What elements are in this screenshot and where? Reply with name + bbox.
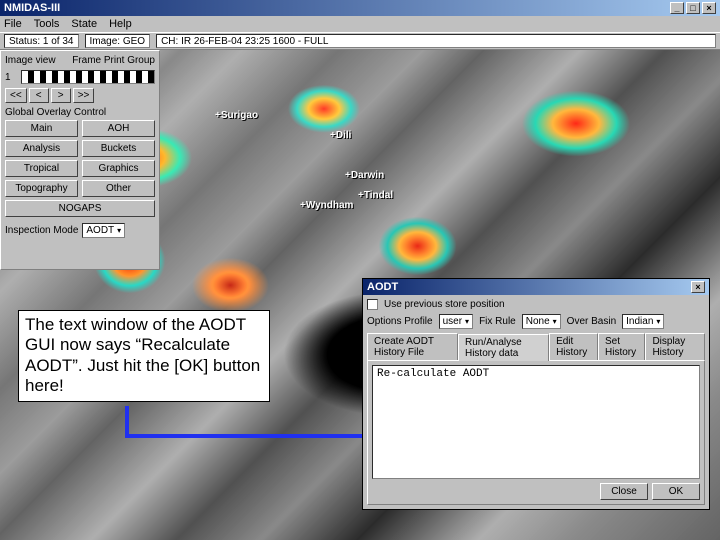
city-label-dili: +Dili <box>330 130 351 141</box>
info-toolbar: Status: 1 of 34 Image: GEO CH: IR 26-FEB… <box>0 32 720 50</box>
main-menubar: File Tools State Help <box>0 16 720 32</box>
overlay-heading: Global Overlay Control <box>5 107 155 118</box>
menu-tools[interactable]: Tools <box>34 18 60 30</box>
nav-last-button[interactable]: >> <box>73 88 95 103</box>
btn-graphics[interactable]: Graphics <box>82 160 155 177</box>
overbasin-label: Over Basin <box>567 316 616 327</box>
aodt-tab-content: Re-calculate AODT Close OK <box>367 360 705 505</box>
status-field: Status: 1 of 34 <box>4 34 79 48</box>
aodt-close-button[interactable]: Close <box>600 483 648 500</box>
btn-aoh[interactable]: AOH <box>82 120 155 137</box>
main-window: NMIDAS-III _ □ × File Tools State Help S… <box>0 0 720 540</box>
aodt-text-value: Re-calculate AODT <box>377 368 489 380</box>
inspection-label: Inspection Mode <box>5 225 78 236</box>
aodt-titlebar[interactable]: AODT × <box>363 279 709 295</box>
city-label-tindal: +Tindal <box>358 190 393 201</box>
aodt-tabs: Create AODT History File Run/Analyse His… <box>367 333 705 360</box>
fixrule-dropdown[interactable]: None <box>522 314 561 329</box>
city-label-wyndham: +Wyndham <box>300 200 353 211</box>
options-label: Options Profile <box>367 316 433 327</box>
nav-next-button[interactable]: > <box>51 88 71 103</box>
minimize-icon[interactable]: _ <box>670 2 684 14</box>
fixrule-label: Fix Rule <box>479 316 516 327</box>
btn-tropical[interactable]: Tropical <box>5 160 78 177</box>
city-label-darwin: +Darwin <box>345 170 384 181</box>
aodt-window: AODT × Use previous store position Optio… <box>362 278 710 510</box>
arrow-segment <box>125 406 129 436</box>
overbasin-dropdown[interactable]: Indian <box>622 314 664 329</box>
tab-create[interactable]: Create AODT History File <box>367 333 458 360</box>
btn-buckets[interactable]: Buckets <box>82 140 155 157</box>
btn-other[interactable]: Other <box>82 180 155 197</box>
btn-nogaps[interactable]: NOGAPS <box>5 200 155 217</box>
radio-imageview[interactable]: Image view <box>5 55 56 66</box>
channel-field: CH: IR 26-FEB-04 23:25 1600 - FULL <box>156 34 716 48</box>
tab-run[interactable]: Run/Analyse History data <box>458 334 549 361</box>
options-dropdown[interactable]: user <box>439 314 473 329</box>
frame-number: 1 <box>5 72 17 83</box>
main-title: NMIDAS-III <box>4 2 60 14</box>
aodt-title: AODT <box>367 281 398 293</box>
city-label-surigao: +Surigao <box>215 110 258 121</box>
use-prev-checkbox[interactable] <box>367 299 378 310</box>
aodt-ok-button[interactable]: OK <box>652 483 700 500</box>
btn-analysis[interactable]: Analysis <box>5 140 78 157</box>
btn-topography[interactable]: Topography <box>5 180 78 197</box>
annotation-text: The text window of the AODT GUI now says… <box>25 315 260 395</box>
radio-frameprint[interactable]: Frame Print Group <box>72 55 155 66</box>
menu-state[interactable]: State <box>71 18 97 30</box>
close-icon[interactable]: × <box>702 2 716 14</box>
tab-set[interactable]: Set History <box>598 333 645 360</box>
menu-file[interactable]: File <box>4 18 22 30</box>
menu-help[interactable]: Help <box>109 18 132 30</box>
nav-prev-button[interactable]: < <box>29 88 49 103</box>
frame-slider[interactable] <box>21 70 155 84</box>
annotation-callout: The text window of the AODT GUI now says… <box>18 310 270 402</box>
inspection-dropdown[interactable]: AODT <box>82 223 125 238</box>
control-sidebar: Image view Frame Print Group 1 << < > >>… <box>0 50 160 270</box>
aodt-textarea[interactable]: Re-calculate AODT <box>372 365 700 479</box>
aodt-close-icon[interactable]: × <box>691 281 705 293</box>
tab-edit[interactable]: Edit History <box>549 333 598 360</box>
btn-main[interactable]: Main <box>5 120 78 137</box>
use-prev-label: Use previous store position <box>384 299 505 310</box>
image-field: Image: GEO <box>85 34 151 48</box>
nav-first-button[interactable]: << <box>5 88 27 103</box>
nav-row: << < > >> <box>5 88 155 103</box>
tab-display[interactable]: Display History <box>645 333 705 360</box>
main-titlebar[interactable]: NMIDAS-III _ □ × <box>0 0 720 16</box>
maximize-icon[interactable]: □ <box>686 2 700 14</box>
